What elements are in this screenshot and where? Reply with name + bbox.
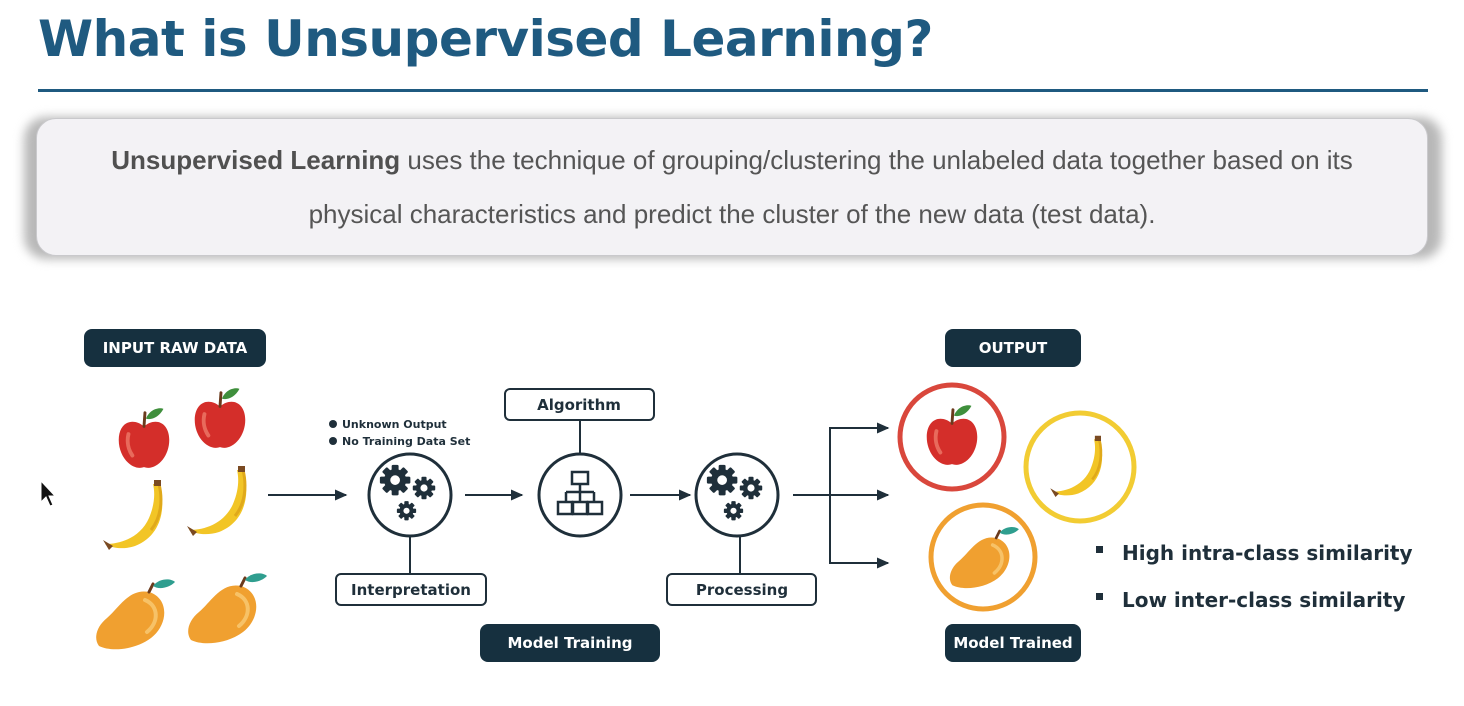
note-unknown-output: Unknown Output: [342, 418, 447, 431]
model-training-label: Model Training: [508, 634, 633, 652]
model-trained-pill: Model Trained: [945, 624, 1081, 662]
output-pill: OUTPUT: [945, 329, 1081, 367]
branch-arrows: [793, 422, 890, 569]
apple-icon: [192, 386, 248, 450]
interpretation-node: Interpretation: [335, 452, 487, 606]
processing-node: Processing: [666, 452, 817, 606]
note-no-training-data: No Training Data Set: [342, 435, 470, 448]
mango-icon: [188, 573, 267, 643]
apple-cluster: [897, 382, 1007, 492]
banana-icon: [101, 478, 164, 552]
notes-list: Unknown Output No Training Data Set: [329, 418, 470, 448]
model-trained-label: Model Trained: [953, 634, 1072, 652]
similarity-list: High intra-class similarity Low inter-cl…: [1096, 541, 1413, 612]
algorithm-label: Algorithm: [537, 396, 621, 414]
processing-label: Processing: [696, 581, 788, 599]
algorithm-node: Algorithm: [504, 388, 655, 538]
interpretation-label: Interpretation: [351, 581, 471, 599]
input-raw-data-pill: INPUT RAW DATA: [84, 329, 266, 367]
output-label: OUTPUT: [979, 339, 1048, 357]
mango-cluster: [928, 502, 1038, 612]
similarity-low-inter: Low inter-class similarity: [1122, 588, 1405, 612]
banana-cluster: [1023, 410, 1137, 524]
input-raw-data-label: INPUT RAW DATA: [103, 339, 248, 357]
similarity-high-intra: High intra-class similarity: [1122, 541, 1413, 565]
apple-icon: [116, 406, 172, 470]
clustering-diagram: INPUT RAW DATA OUTPUT Model Training Mod…: [40, 329, 1413, 662]
cursor-icon: [40, 479, 57, 507]
mango-icon: [96, 579, 175, 649]
model-training-pill: Model Training: [480, 624, 660, 662]
banana-icon: [185, 464, 248, 538]
